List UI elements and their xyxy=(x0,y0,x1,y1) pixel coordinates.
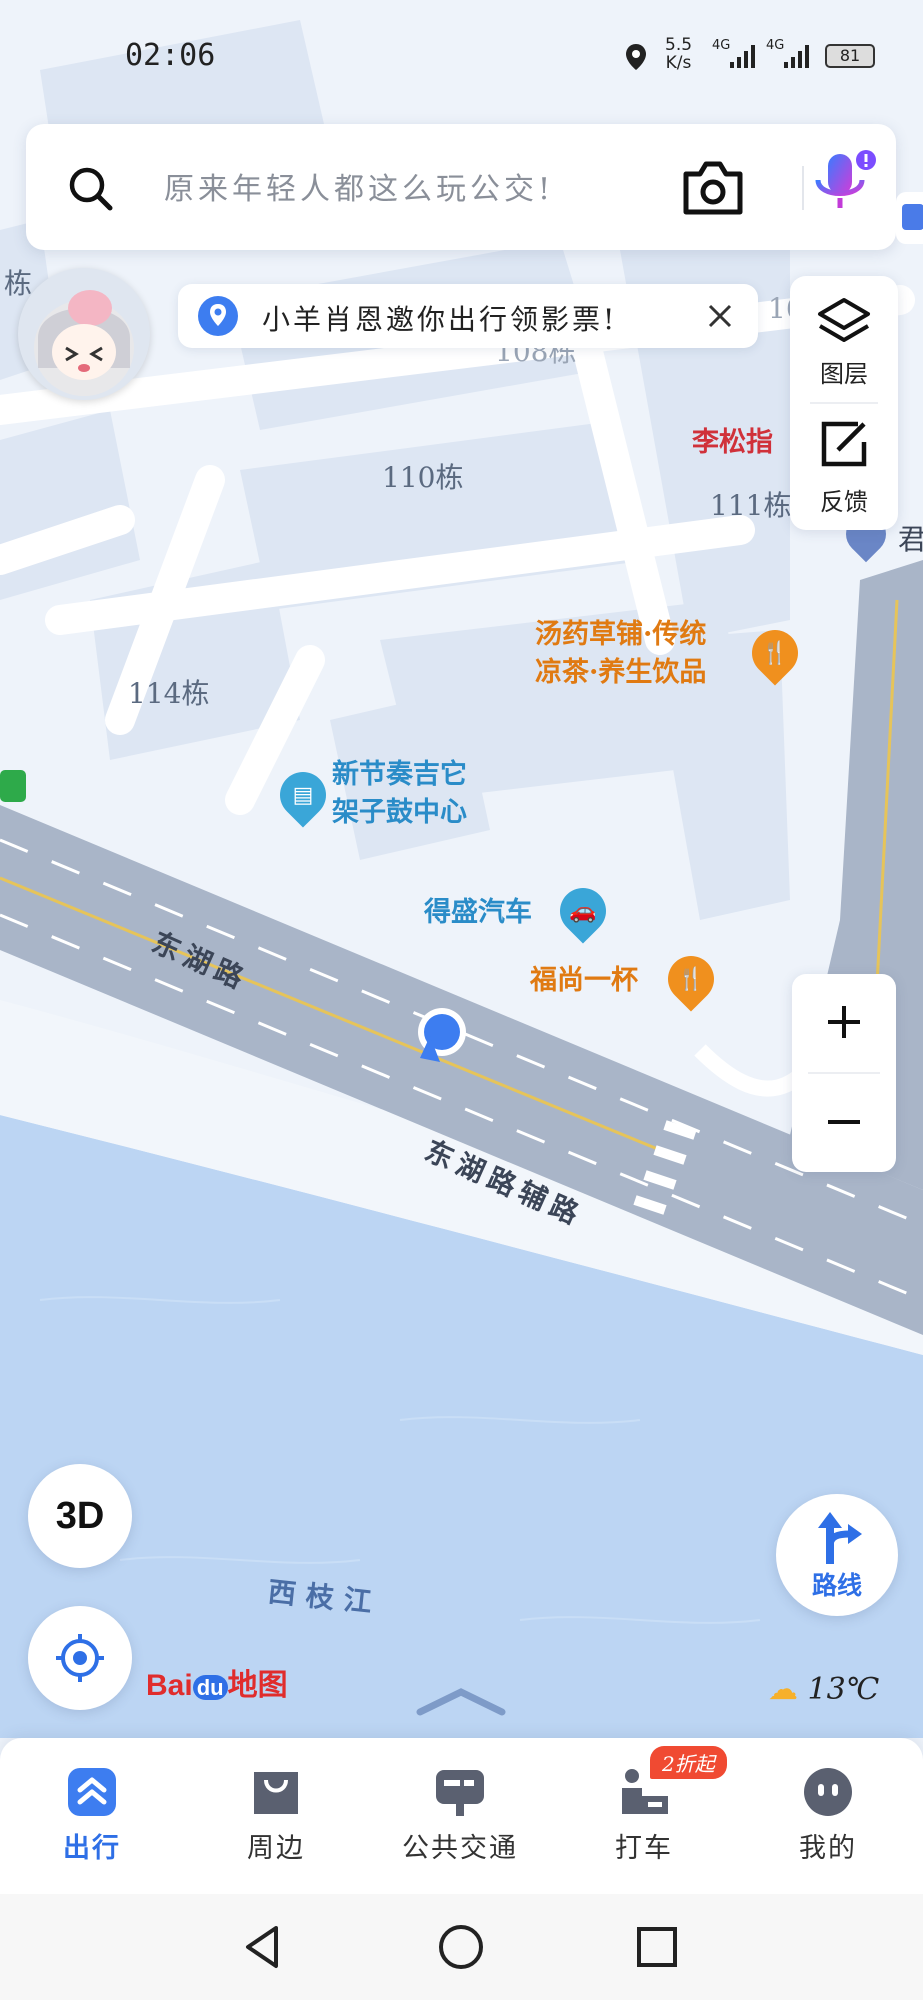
message-icon xyxy=(902,204,923,230)
travel-icon xyxy=(68,1768,116,1816)
avatar[interactable] xyxy=(18,268,150,400)
search-divider xyxy=(802,166,804,210)
avatar-illustration xyxy=(34,290,134,396)
restaurant-pin-icon[interactable]: 🍴 xyxy=(742,620,808,686)
clock: 02:06 xyxy=(125,38,216,73)
nearby-bag-icon xyxy=(254,1772,298,1814)
poi-drink-shop[interactable]: 福尚一杯 xyxy=(530,962,638,1000)
zoom-control xyxy=(792,974,896,1172)
locate-me-button[interactable] xyxy=(28,1606,132,1710)
building-label: 111栋 xyxy=(710,489,792,522)
battery-icon: 81 xyxy=(825,44,875,68)
status-bar: 02:06 5.5 K/s 4G 4G 81 xyxy=(0,0,923,110)
nav-label: 出行 xyxy=(63,1833,121,1864)
layers-label: 图层 xyxy=(820,360,868,388)
building-label: 栋 xyxy=(4,267,33,300)
chevron-up-icon[interactable] xyxy=(416,1686,506,1716)
weather-cloud-sun-icon: ☁ xyxy=(768,1672,798,1707)
camera-icon[interactable] xyxy=(680,160,746,216)
signal-icon xyxy=(730,45,755,68)
nav-item-mine[interactable]: 我的 xyxy=(738,1738,918,1894)
map-tools-panel: 图层 反馈 xyxy=(790,276,898,530)
nav-item-nearby[interactable]: 周边 xyxy=(186,1738,366,1894)
poi-partial-label: 君 xyxy=(898,523,923,556)
side-tab[interactable] xyxy=(896,192,923,244)
signal-icon xyxy=(784,45,809,68)
nav-label: 我的 xyxy=(799,1833,857,1864)
feedback-edit-icon xyxy=(821,421,867,467)
music-school-pin-icon[interactable]: ▤ xyxy=(270,762,336,828)
recent-apps-icon[interactable] xyxy=(632,1922,682,1972)
profile-face-icon xyxy=(804,1768,852,1816)
notice-text: 小羊肖恩邀你出行领影票! xyxy=(262,303,618,336)
bottom-nav: 出行 周边 公共交通 打车 我的 xyxy=(0,1738,923,1894)
car-pin-icon[interactable]: 🚗 xyxy=(550,878,616,944)
nav-item-transit[interactable]: 公共交通 xyxy=(370,1738,550,1894)
promo-notice[interactable]: 小羊肖恩邀你出行领影票! xyxy=(178,284,758,348)
building-label: 110栋 xyxy=(382,461,464,494)
back-icon[interactable] xyxy=(238,1922,288,1972)
feedback-label: 反馈 xyxy=(820,488,868,516)
route-label: 路线 xyxy=(811,1571,862,1600)
baidu-map-logo: Bai du 地图 xyxy=(146,1668,288,1703)
voice-mic-icon[interactable] xyxy=(806,150,878,230)
close-icon[interactable] xyxy=(706,302,734,330)
building-label: 114栋 xyxy=(128,677,210,710)
nav-label: 打车 xyxy=(615,1833,673,1864)
layers-button[interactable]: 图层 xyxy=(790,276,898,396)
feedback-button[interactable]: 反馈 xyxy=(790,404,898,524)
3d-toggle-button[interactable]: 3D xyxy=(28,1464,132,1568)
taxi-discount-badge: 2折起 xyxy=(650,1746,727,1779)
crosshair-icon xyxy=(56,1634,104,1682)
location-pin-icon xyxy=(198,296,238,336)
minus-icon xyxy=(828,1120,860,1124)
weather-widget[interactable]: ☁ 13℃ xyxy=(768,1672,879,1707)
bus-stop-icon xyxy=(436,1770,484,1816)
zoom-in-button[interactable] xyxy=(792,974,896,1072)
restaurant-pin-icon[interactable]: 🍴 xyxy=(658,946,724,1012)
location-status-icon xyxy=(626,44,646,70)
plus-icon xyxy=(828,1006,860,1038)
poi-car-shop[interactable]: 得盛汽车 xyxy=(424,894,532,932)
search-placeholder[interactable]: 原来年轻人都这么玩公交! xyxy=(164,164,554,208)
net-speed: 5.5 K/s xyxy=(665,35,693,73)
zoom-out-button[interactable] xyxy=(792,1074,896,1172)
home-icon[interactable] xyxy=(436,1922,486,1972)
poi-red-label[interactable]: 李松指 xyxy=(692,420,773,459)
route-arrow-icon xyxy=(818,1512,862,1564)
system-nav-bar xyxy=(0,1894,923,2000)
route-button[interactable]: 路线 xyxy=(776,1494,898,1616)
search-icon xyxy=(69,167,113,211)
nav-item-travel[interactable]: 出行 xyxy=(2,1738,182,1894)
layers-icon xyxy=(818,298,870,342)
search-bar[interactable]: 原来年轻人都这么玩公交! xyxy=(26,124,896,250)
poi-herbal-tea[interactable]: 汤药草铺·传统 凉茶·养生饮品 xyxy=(535,616,706,692)
poi-music-center[interactable]: 新节奏吉它 架子鼓中心 xyxy=(332,756,467,832)
nav-label: 公共交通 xyxy=(402,1833,518,1864)
nav-label: 周边 xyxy=(247,1833,305,1864)
